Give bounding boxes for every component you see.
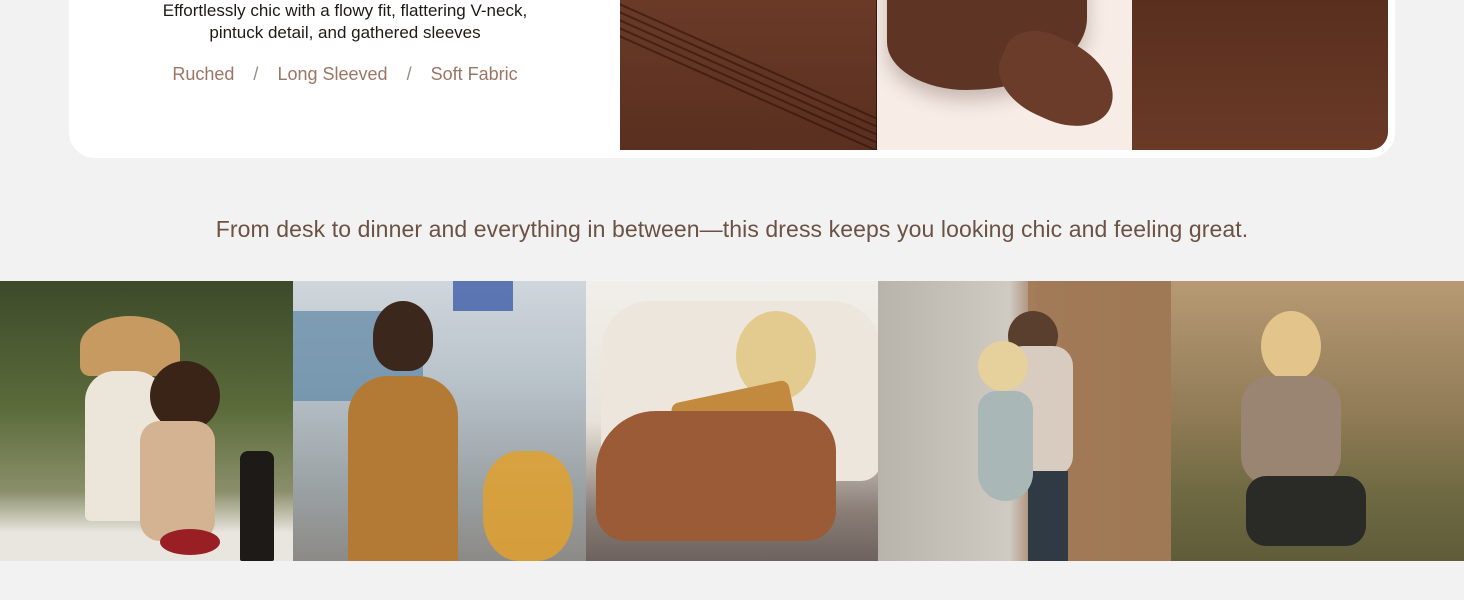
soft-fabric-image [1132, 0, 1388, 150]
lifestyle-tagline: From desk to dinner and everything in be… [215, 216, 1249, 242]
feature-ruched: Ruched [172, 64, 235, 84]
lifestyle-photo-mother-child [0, 281, 293, 561]
feature-list: Ruched / Long Sleeved / Soft Fabric [69, 64, 621, 85]
lifestyle-photo-strip [0, 281, 1464, 561]
lifestyle-photo-reading [585, 281, 879, 561]
feature-soft-fabric: Soft Fabric [430, 64, 518, 84]
lifestyle-photo-couple [878, 281, 1172, 561]
lifestyle-photo-field [1171, 281, 1464, 561]
feature-card: Effortlessly chic with a flowy fit, flat… [69, 0, 1395, 158]
pintuck-detail-image [620, 0, 876, 150]
description-line-2: pintuck detail, and gathered sleeves [209, 23, 481, 42]
product-detail-section: Effortlessly chic with a flowy fit, flat… [0, 0, 1464, 600]
gathered-sleeve-image [875, 0, 1133, 150]
fabric-detail-gallery [620, 0, 1388, 150]
feature-card-text: Effortlessly chic with a flowy fit, flat… [69, 0, 621, 85]
feature-separator: / [253, 64, 259, 84]
feature-long-sleeved: Long Sleeved [277, 64, 388, 84]
lifestyle-photo-market [292, 281, 586, 561]
feature-separator: / [406, 64, 412, 84]
description-line-1: Effortlessly chic with a flowy fit, flat… [162, 1, 528, 20]
